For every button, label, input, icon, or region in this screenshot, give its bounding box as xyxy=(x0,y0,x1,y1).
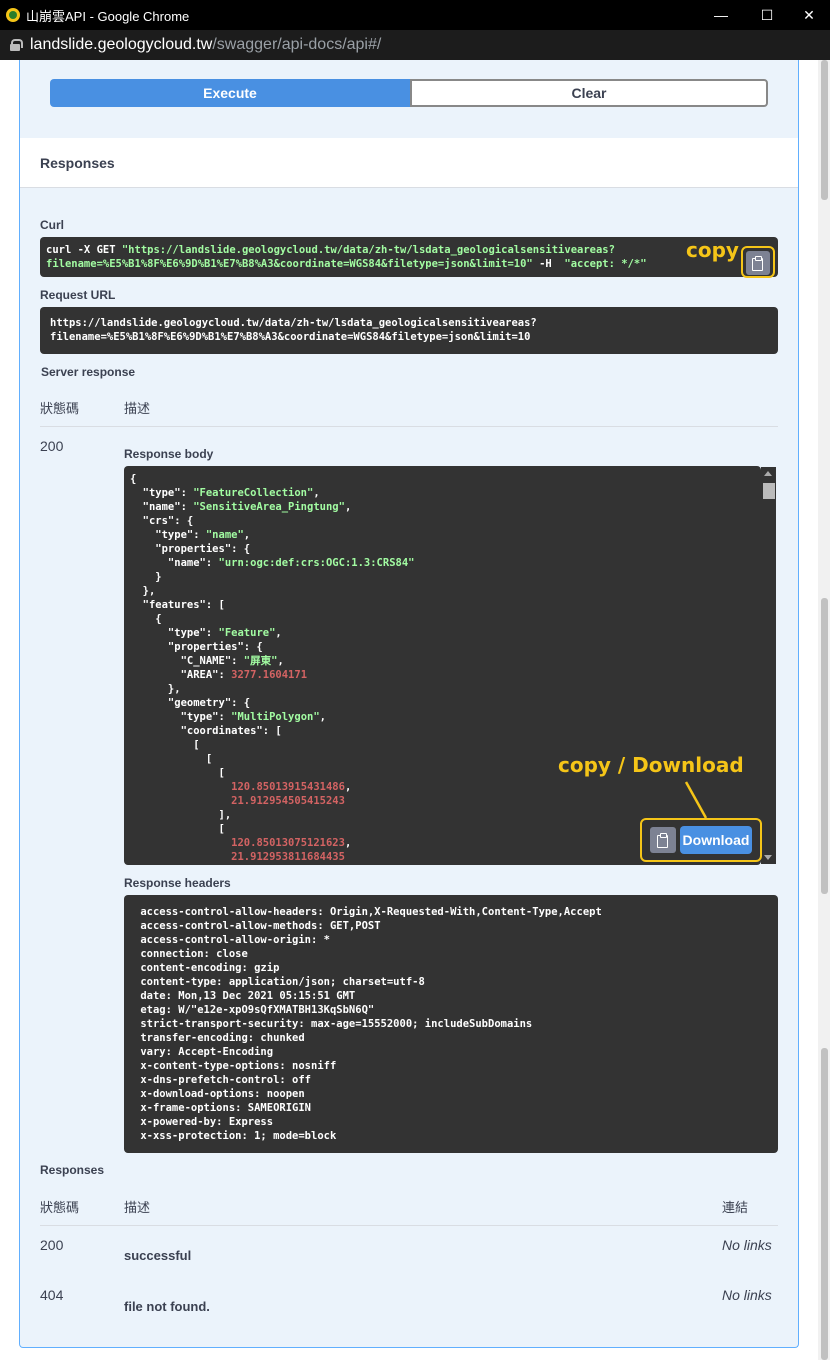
response-header-line: date: Mon,13 Dec 2021 05:15:51 GMT xyxy=(134,990,356,1002)
response-header-line: access-control-allow-methods: GET,POST xyxy=(134,920,381,932)
response-header-line: vary: Accept-Encoding xyxy=(134,1046,274,1058)
response-body-line: "C_NAME": "屏東", xyxy=(130,655,284,667)
request-url-label: Request URL xyxy=(40,288,116,302)
response-row-code: 200 xyxy=(40,1237,64,1253)
response-header-line: x-content-type-options: nosniff xyxy=(134,1060,337,1072)
response-body-line: [ xyxy=(130,739,200,751)
response-body-scrollbar[interactable] xyxy=(761,467,776,864)
responses-title: Responses xyxy=(40,154,115,171)
annotation-arrow xyxy=(684,781,708,819)
response-body-line: "name": "SensitiveArea_Pingtung", xyxy=(130,501,352,513)
col-status-code: 狀態碼 xyxy=(40,401,80,416)
response-header-line: strict-transport-security: max-age=15552… xyxy=(134,1018,533,1030)
curl-line2-str2: "accept: */*" xyxy=(564,258,647,270)
response-body-line: 120.85013915431486, xyxy=(231,781,352,793)
response-body-line: }, xyxy=(130,585,156,597)
response-body-code[interactable]: { "type": "FeatureCollection", "name": "… xyxy=(124,466,761,865)
col-description: 描述 xyxy=(124,401,151,416)
responses-table-label: Responses xyxy=(40,1163,105,1177)
response-body-line: 21.912954505415243 xyxy=(231,795,345,807)
response-header-line: etag: W/"e12e-xpO9sQfXMATBH13KqSbN6Q" xyxy=(134,1004,375,1016)
minimize-button[interactable]: — xyxy=(698,0,744,30)
response-headers-label: Response headers xyxy=(124,876,231,890)
response-header-line: content-encoding: gzip xyxy=(134,962,280,974)
response-body-line: "AREA": 3277.1604171 xyxy=(130,669,308,681)
scroll-down-icon[interactable] xyxy=(764,855,772,860)
copy-download-annotation: copy / Download xyxy=(558,753,744,777)
response-body-line: "geometry": { xyxy=(130,697,251,709)
response-body-scroll-thumb[interactable] xyxy=(763,483,775,499)
maximize-button[interactable]: ☐ xyxy=(744,0,790,30)
curl-copy-button[interactable] xyxy=(746,251,770,275)
response-body-line: "properties": { xyxy=(130,543,251,555)
response-body-line: "features": [ xyxy=(130,599,225,611)
download-button[interactable]: Download xyxy=(680,826,752,854)
col-links: 連結 xyxy=(722,1200,749,1215)
request-url-line2: filename=%E5%B1%8F%E6%9D%B1%E7%B8%A3&coo… xyxy=(50,331,531,343)
response-body-label: Response body xyxy=(124,447,214,461)
lock-icon xyxy=(10,39,23,51)
responses-header: Responses xyxy=(20,138,798,188)
url-host: landslide.geologycloud.tw xyxy=(30,36,213,53)
response-body-line: "crs": { xyxy=(130,515,194,527)
response-header-line: x-download-options: noopen xyxy=(134,1088,305,1100)
response-body-line: }, xyxy=(130,683,181,695)
curl-line1-cmd: curl -X GET xyxy=(46,244,122,256)
copy-annotation: copy xyxy=(686,238,739,262)
divider xyxy=(40,426,778,427)
response-header-line: x-frame-options: SAMEORIGIN xyxy=(134,1102,312,1114)
response-header-line: access-control-allow-origin: * xyxy=(134,934,330,946)
response-body-line: "name": "urn:ogc:def:crs:OGC:1.3:CRS84" xyxy=(130,557,415,569)
url-path: /swagger/api-docs/api#/ xyxy=(212,36,382,53)
curl-line2-str: filename=%E5%B1%8F%E6%9D%B1%E7%B8%A3&coo… xyxy=(46,258,533,270)
clear-button[interactable]: Clear xyxy=(410,79,768,107)
response-body-line: "type": "Feature", xyxy=(130,627,282,639)
response-row-code: 404 xyxy=(40,1287,64,1303)
server-response-label: Server response xyxy=(41,365,136,379)
response-body-line: "type": "FeatureCollection", xyxy=(130,487,320,499)
response-row-desc: file not found. xyxy=(124,1299,210,1314)
page-scrollbar[interactable] xyxy=(818,60,830,1360)
response-body-line: { xyxy=(130,473,137,485)
request-url-code[interactable]: https://landslide.geologycloud.tw/data/z… xyxy=(40,307,778,354)
clipboard-icon xyxy=(752,256,764,271)
window-title: 山崩雲API - Google Chrome xyxy=(26,8,190,24)
response-header-line: x-dns-prefetch-control: off xyxy=(134,1074,312,1086)
response-body-line: { xyxy=(130,613,162,625)
col-description: 描述 xyxy=(124,1200,151,1215)
curl-line1-str: "https://landslide.geologycloud.tw/data/… xyxy=(121,244,615,256)
server-response-code: 200 xyxy=(40,438,64,454)
response-body-line: "type": "MultiPolygon", xyxy=(130,711,326,723)
response-header-line: x-xss-protection: 1; mode=block xyxy=(134,1130,337,1142)
curl-line2-cmd: -H xyxy=(532,258,565,270)
curl-code[interactable]: curl -X GET "https://landslide.geologycl… xyxy=(40,237,778,277)
body-copy-button[interactable] xyxy=(650,827,676,853)
response-row-desc: successful xyxy=(124,1248,192,1263)
scroll-up-icon[interactable] xyxy=(764,471,772,476)
response-row-links: No links xyxy=(722,1237,772,1253)
response-header-line: transfer-encoding: chunked xyxy=(134,1032,305,1044)
response-header-line: access-control-allow-headers: Origin,X-R… xyxy=(134,906,602,918)
col-status-code: 狀態碼 xyxy=(40,1200,80,1215)
page-scrollbar-thumb-2[interactable] xyxy=(821,598,828,894)
execute-button[interactable]: Execute xyxy=(50,79,410,107)
divider xyxy=(40,1225,778,1226)
response-header-line: connection: close xyxy=(134,948,248,960)
curl-label: Curl xyxy=(40,218,64,232)
response-body-line: "properties": { xyxy=(130,641,263,653)
response-body-line: } xyxy=(130,571,162,583)
response-header-line: content-type: application/json; charset=… xyxy=(134,976,425,988)
page-scrollbar-thumb-3[interactable] xyxy=(821,1048,828,1360)
response-body-line: "coordinates": [ xyxy=(130,725,282,737)
address-bar[interactable]: landslide.geologycloud.tw/swagger/api-do… xyxy=(0,30,830,60)
close-button[interactable]: ✕ xyxy=(786,0,830,30)
response-body-line: "type": "name", xyxy=(130,529,251,541)
response-headers-code[interactable]: access-control-allow-headers: Origin,X-R… xyxy=(124,895,778,1153)
request-url-line1: https://landslide.geologycloud.tw/data/z… xyxy=(50,317,537,329)
response-header-line: x-powered-by: Express xyxy=(134,1116,274,1128)
page-scrollbar-thumb-1[interactable] xyxy=(821,60,828,200)
response-row-links: No links xyxy=(722,1287,772,1303)
clipboard-icon xyxy=(657,833,669,848)
app-favicon-icon xyxy=(6,8,20,22)
